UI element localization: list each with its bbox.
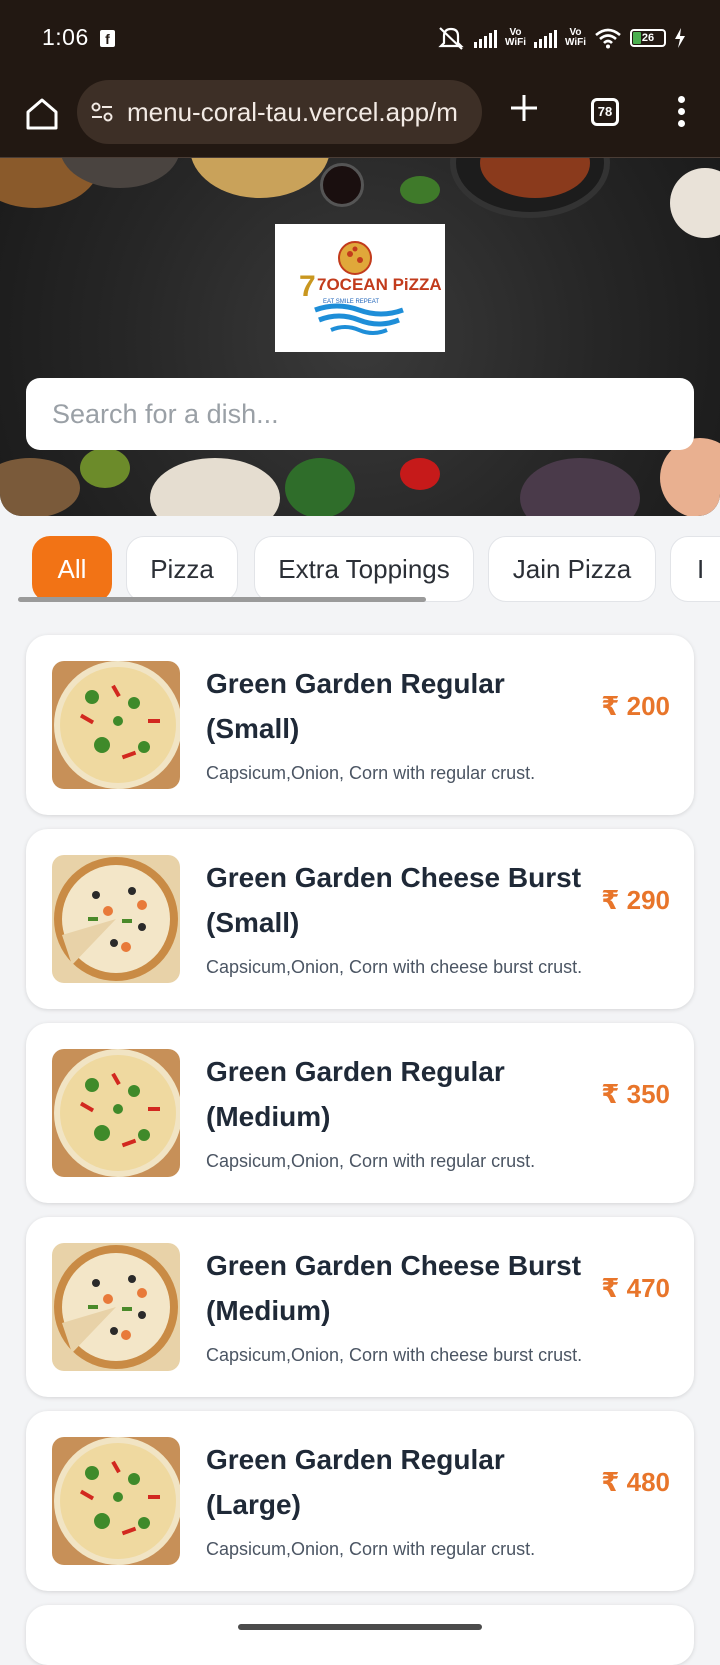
status-time: 1:06 [42,24,89,50]
tab-switcher-button[interactable]: 78 [591,98,619,126]
food-decoration [400,176,440,204]
food-decoration [320,163,364,207]
dish-image [52,855,180,983]
category-tab-all[interactable]: All [32,536,112,602]
site-settings-icon[interactable] [89,99,115,125]
logo-image: 7 7OCEAN PiZZA EAT SMILE REPEAT [299,241,442,335]
dish-image [52,1049,180,1177]
status-bar: 1:06 f Vo WiFi Vo WiFi 26 [0,0,720,80]
home-icon[interactable] [22,94,62,134]
dish-name: Green Garden Cheese Burst (Small) [206,862,582,938]
dish-name: Green Garden Cheese Burst (Medium) [206,1250,582,1326]
food-decoration [0,458,80,516]
food-decoration [80,448,130,488]
browser-toolbar: menu-coral-tau.vercel.app/m 78 [0,80,720,158]
dish-price: ₹ 290 [601,885,670,915]
svg-text:7: 7 [299,270,316,303]
charging-icon [675,28,685,48]
pizza-image [52,1049,180,1177]
logo-main-text: 7OCEAN PiZZA [317,275,442,294]
menu-item-card[interactable]: Green Garden Cheese Burst (Small) Capsic… [26,829,694,1009]
vowifi-icon: Vo WiFi [505,28,526,48]
dish-price: ₹ 350 [601,1079,670,1109]
food-decoration [150,458,280,516]
pizza-image [52,661,180,789]
address-bar[interactable]: menu-coral-tau.vercel.app/m [77,80,482,144]
category-tab-extra-toppings[interactable]: Extra Toppings [254,536,474,602]
url-text: menu-coral-tau.vercel.app/m [127,96,458,127]
dish-image [52,661,180,789]
battery-icon: 26 [630,29,666,47]
gesture-home-bar[interactable] [238,1624,482,1630]
dish-description: Capsicum,Onion, Corn with regular crust. [206,763,536,783]
dish-name: Green Garden Regular (Small) [206,668,505,744]
dish-price: ₹ 480 [601,1467,670,1497]
new-tab-icon[interactable] [506,90,542,126]
food-decoration [670,168,720,238]
menu-item-card[interactable]: Green Garden Regular (Large) Capsicum,On… [26,1411,694,1591]
wifi-icon [595,28,621,49]
pizza-image [52,1437,180,1565]
signal-icon [473,28,497,48]
dish-name: Green Garden Regular (Large) [206,1444,505,1520]
dish-image [52,1243,180,1371]
food-decoration [285,458,355,516]
food-decoration [400,458,440,490]
food-decoration [520,458,640,516]
category-tab-pizza[interactable]: Pizza [126,536,238,602]
signal-icon-2 [533,28,557,48]
mute-icon [438,27,464,50]
search-input[interactable] [26,378,694,450]
vowifi-bottom-2: WiFi [564,37,586,48]
dish-description: Capsicum,Onion, Corn with cheese burst c… [206,957,583,977]
restaurant-logo: 7 7OCEAN PiZZA EAT SMILE REPEAT [275,224,445,352]
menu-item-card[interactable]: Green Garden Regular (Small) Capsicum,On… [26,635,694,815]
dish-description: Capsicum,Onion, Corn with regular crust. [206,1151,536,1171]
food-decoration [190,158,330,198]
pizza-image [52,1243,180,1371]
vowifi-bottom: WiFi [504,37,526,48]
dish-description: Capsicum,Onion, Corn with cheese burst c… [206,1345,583,1365]
browser-menu-icon[interactable] [670,92,692,132]
menu-item-card[interactable]: Green Garden Regular (Medium) Capsicum,O… [26,1023,694,1203]
category-scrollbar[interactable] [18,597,426,602]
pizza-image [52,855,180,983]
dish-price: ₹ 200 [601,691,670,721]
dish-price: ₹ 470 [601,1273,670,1303]
menu-item-card-partial[interactable] [26,1605,694,1665]
status-icons: Vo WiFi Vo WiFi 26 [436,22,686,54]
facebook-notification-icon: f [100,30,115,47]
battery-level: 26 [641,32,655,44]
vowifi-icon-2: Vo WiFi [565,28,586,48]
category-tab-jain-pizza[interactable]: Jain Pizza [488,536,656,602]
dish-name: Green Garden Regular (Medium) [206,1056,505,1132]
dish-description: Capsicum,Onion, Corn with regular crust. [206,1539,536,1559]
dish-image [52,1437,180,1565]
menu-item-card[interactable]: Green Garden Cheese Burst (Medium) Capsi… [26,1217,694,1397]
category-tab-next[interactable]: I [670,536,720,602]
hero-banner: 7 7OCEAN PiZZA EAT SMILE REPEAT [0,158,720,516]
